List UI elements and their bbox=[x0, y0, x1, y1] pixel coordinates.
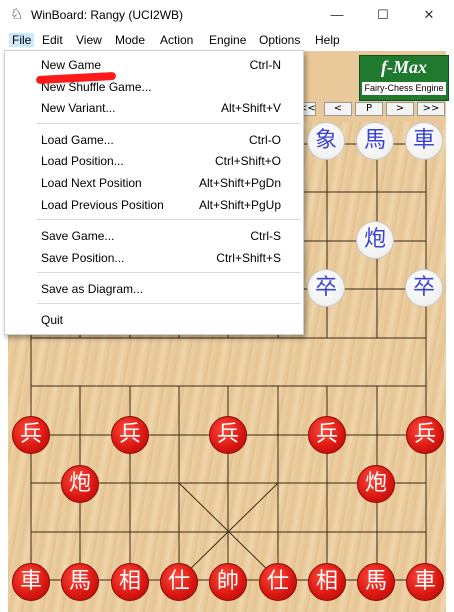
red-advisor-piece[interactable]: 仕 bbox=[160, 563, 198, 601]
red-elephant-piece[interactable]: 相 bbox=[308, 563, 346, 601]
red-cannon-piece[interactable]: 炮 bbox=[61, 465, 99, 503]
red-advisor-piece[interactable]: 仕 bbox=[259, 563, 297, 601]
black-soldier-piece[interactable]: 卒 bbox=[307, 269, 345, 307]
black-soldier-piece[interactable]: 卒 bbox=[405, 269, 443, 307]
logo-title: f-Max bbox=[381, 57, 427, 77]
menu-item-label: Load Previous Position bbox=[41, 198, 164, 212]
menu-separator bbox=[37, 123, 301, 124]
menu-item-save-position[interactable]: Save Position... Ctrl+Shift+S bbox=[5, 248, 303, 268]
nav-back-button[interactable]: < bbox=[324, 102, 352, 116]
black-chariot-piece[interactable]: 車 bbox=[405, 122, 443, 160]
red-elephant-piece[interactable]: 相 bbox=[111, 563, 149, 601]
nav-pause-button[interactable]: P bbox=[355, 102, 383, 116]
menu-item-shortcut: Ctrl-O bbox=[249, 133, 281, 147]
menu-item-label: Load Position... bbox=[41, 154, 124, 168]
red-chariot-piece[interactable]: 車 bbox=[406, 563, 444, 601]
menu-separator bbox=[37, 219, 301, 220]
file-menu-dropdown: New Game Ctrl-N New Shuffle Game... New … bbox=[4, 50, 304, 335]
menu-item-shortcut: Ctrl-N bbox=[249, 58, 281, 72]
menu-item-label: New Variant... bbox=[41, 101, 116, 115]
engine-logo: f-Max Fairy-Chess Engine bbox=[359, 55, 449, 101]
red-horse-piece[interactable]: 馬 bbox=[357, 563, 395, 601]
menu-item-label: Save Game... bbox=[41, 229, 115, 243]
menu-item-shortcut: Ctrl+Shift+O bbox=[214, 154, 281, 168]
black-cannon-piece[interactable]: 炮 bbox=[356, 221, 394, 259]
menu-item-label: Quit bbox=[41, 313, 64, 327]
menu-item-load-next-position[interactable]: Load Next Position Alt+Shift+PgDn bbox=[5, 173, 303, 193]
menu-item-shortcut: Ctrl+Shift+S bbox=[216, 251, 281, 265]
red-horse-piece[interactable]: 馬 bbox=[61, 563, 99, 601]
menu-item-label: Save Position... bbox=[41, 251, 125, 265]
menu-item-quit[interactable]: Quit bbox=[5, 310, 303, 330]
menu-item-label: Load Next Position bbox=[41, 176, 142, 190]
black-horse-piece[interactable]: 馬 bbox=[356, 122, 394, 160]
menu-item-new-game[interactable]: New Game Ctrl-N bbox=[5, 55, 303, 75]
menu-item-load-game[interactable]: Load Game... Ctrl-O bbox=[5, 130, 303, 150]
nav-last-button[interactable]: >> bbox=[417, 102, 445, 116]
menu-item-label: Save as Diagram... bbox=[41, 282, 144, 296]
menu-item-shortcut: Alt+Shift+PgUp bbox=[198, 198, 281, 212]
menu-item-load-position[interactable]: Load Position... Ctrl+Shift+O bbox=[5, 151, 303, 171]
menu-separator bbox=[37, 272, 301, 273]
black-elephant-piece[interactable]: 象 bbox=[307, 122, 345, 160]
menu-item-save-game[interactable]: Save Game... Ctrl-S bbox=[5, 226, 303, 246]
red-chariot-piece[interactable]: 車 bbox=[12, 563, 50, 601]
red-soldier-piece[interactable]: 兵 bbox=[209, 416, 247, 454]
red-cannon-piece[interactable]: 炮 bbox=[357, 465, 395, 503]
menu-item-new-variant[interactable]: New Variant... Alt+Shift+V bbox=[5, 98, 303, 118]
menu-item-label: New Game bbox=[41, 58, 102, 72]
menu-item-shortcut: Alt+Shift+V bbox=[220, 101, 281, 115]
menu-item-label: Load Game... bbox=[41, 133, 114, 147]
menu-item-save-as-diagram[interactable]: Save as Diagram... bbox=[5, 279, 303, 299]
red-soldier-piece[interactable]: 兵 bbox=[308, 416, 346, 454]
menu-item-shortcut: Ctrl-S bbox=[250, 229, 281, 243]
menu-item-load-previous-position[interactable]: Load Previous Position Alt+Shift+PgUp bbox=[5, 195, 303, 215]
menu-separator bbox=[37, 303, 301, 304]
nav-forward-button[interactable]: > bbox=[386, 102, 414, 116]
logo-subtitle: Fairy-Chess Engine bbox=[362, 82, 446, 95]
red-soldier-piece[interactable]: 兵 bbox=[12, 416, 50, 454]
red-soldier-piece[interactable]: 兵 bbox=[406, 416, 444, 454]
red-general-piece[interactable]: 帥 bbox=[209, 563, 247, 601]
red-soldier-piece[interactable]: 兵 bbox=[111, 416, 149, 454]
menu-item-shortcut: Alt+Shift+PgDn bbox=[198, 176, 281, 190]
